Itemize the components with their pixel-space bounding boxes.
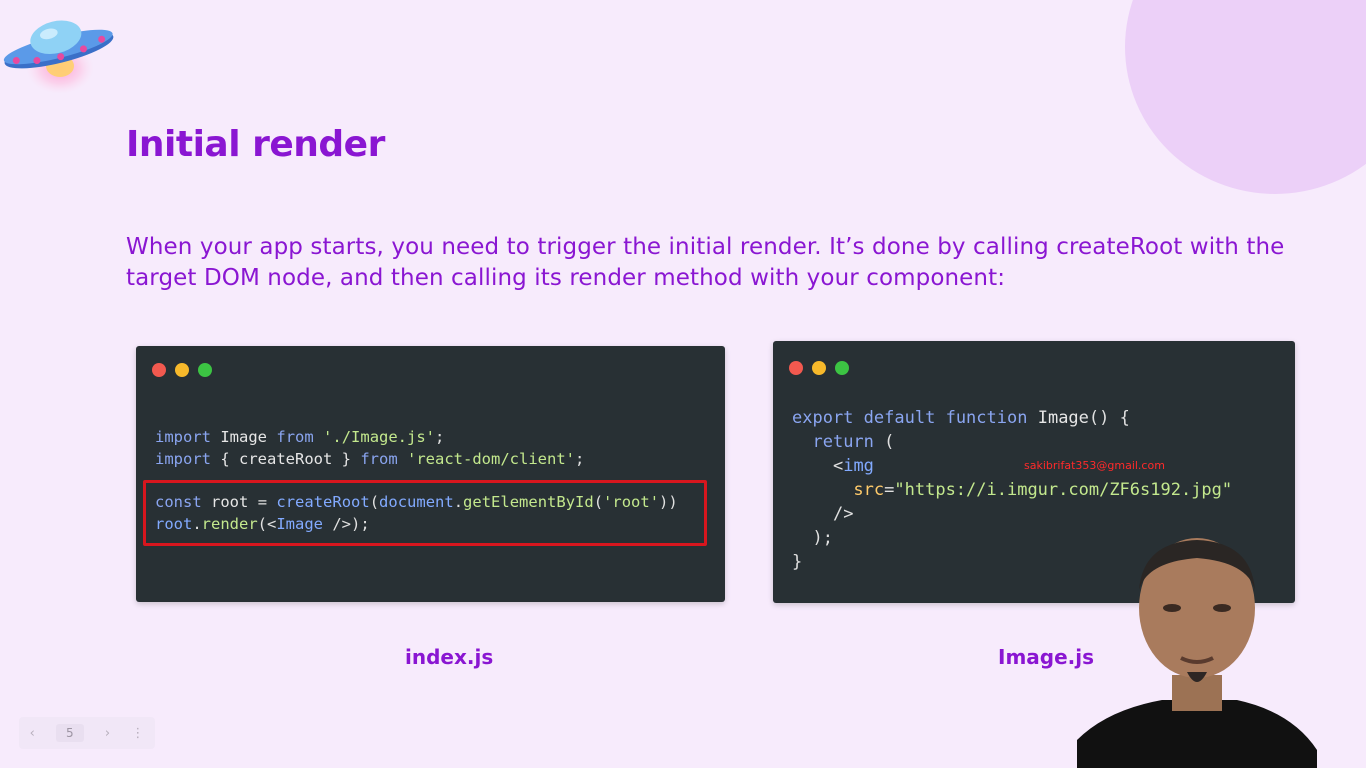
code-string: './Image.js' — [323, 428, 436, 446]
window-maximize-dot — [835, 361, 849, 375]
ufo-icon — [3, 20, 114, 94]
code-keyword: from — [360, 450, 398, 468]
webcam-overlay — [1077, 538, 1317, 768]
code-line-2: import { createRoot } from 'react-dom/cl… — [155, 448, 584, 470]
window-controls — [789, 361, 849, 375]
code-punct: = — [884, 480, 895, 500]
window-minimize-dot — [812, 361, 826, 375]
decorative-circle — [1125, 0, 1366, 194]
code-punct: ( — [873, 432, 895, 452]
code-keyword: return — [812, 432, 874, 452]
code-tag: img — [843, 456, 874, 476]
code-keyword: import — [155, 450, 211, 468]
code-string: 'react-dom/client' — [407, 450, 575, 468]
code-punct: < — [832, 456, 844, 476]
caption-index-js: index.js — [405, 645, 494, 669]
code-identifier: Image — [220, 428, 268, 446]
code-line-4: src="https://i.imgur.com/ZF6s192.jpg" — [792, 480, 1232, 500]
slide-description: When your app starts, you need to trigge… — [126, 234, 1285, 291]
watermark-email: sakibrifat353@gmail.com — [1024, 459, 1165, 472]
window-controls — [152, 363, 212, 377]
highlight-box — [143, 480, 707, 546]
window-minimize-dot — [175, 363, 189, 377]
code-function-name: Image — [1037, 408, 1089, 428]
code-keyword: default — [863, 408, 936, 428]
code-line-2: return ( — [792, 432, 894, 452]
code-punct: ); — [812, 528, 833, 548]
slide-title: Initial render — [126, 124, 385, 165]
code-attribute: src — [853, 480, 885, 500]
code-line-7: } — [792, 552, 802, 572]
code-punct: ; — [575, 450, 585, 468]
code-line-1: import Image from './Image.js'; — [155, 426, 444, 448]
window-close-dot — [789, 361, 803, 375]
code-line-1: export default function Image() { — [792, 408, 1130, 428]
code-punct: ; — [435, 428, 445, 446]
code-keyword: import — [155, 428, 211, 446]
code-line-5: /> — [792, 504, 853, 524]
code-keyword: export — [792, 408, 854, 428]
code-punct: () { — [1088, 408, 1130, 428]
code-line-6: ); — [792, 528, 833, 548]
more-vertical-icon[interactable]: ⋮ — [131, 726, 144, 741]
window-close-dot — [152, 363, 166, 377]
page-number: 5 — [56, 724, 84, 742]
code-keyword: function — [945, 408, 1028, 428]
code-identifier: { createRoot } — [220, 450, 351, 468]
code-string: "https://i.imgur.com/ZF6s192.jpg" — [894, 480, 1233, 500]
chevron-right-icon[interactable]: › — [105, 726, 110, 741]
slide-navigation: ‹ 5 › ⋮ — [19, 717, 155, 749]
code-punct: /> — [832, 504, 854, 524]
code-line-3: <img — [792, 456, 874, 476]
code-window-index: import Image from './Image.js'; import {… — [136, 346, 725, 602]
chevron-left-icon[interactable]: ‹ — [30, 726, 35, 741]
window-maximize-dot — [198, 363, 212, 377]
code-punct: } — [792, 552, 803, 572]
code-keyword: from — [276, 428, 314, 446]
